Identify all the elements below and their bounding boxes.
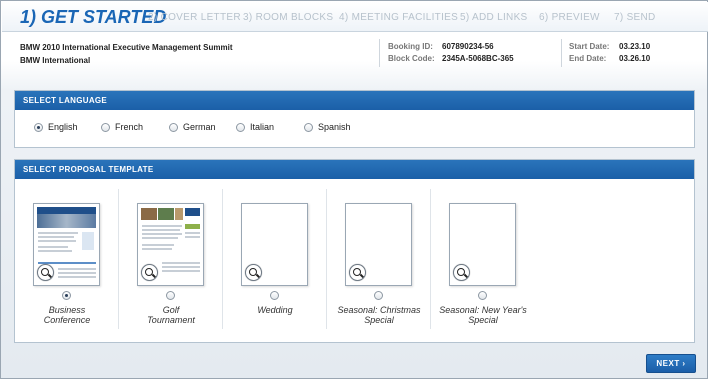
wizard-steps: 1) GET STARTED 2) COVER LETTER 3) ROOM B… bbox=[2, 2, 708, 32]
step-room-blocks[interactable]: 3) ROOM BLOCKS bbox=[243, 12, 333, 23]
end-date-label: End Date: bbox=[569, 54, 607, 63]
start-date-label: Start Date: bbox=[569, 42, 610, 51]
template-option-seasonal-christmas[interactable]: Seasonal: Christmas Special bbox=[327, 189, 431, 341]
language-label: German bbox=[183, 122, 216, 132]
caption-line: Golf bbox=[162, 305, 180, 315]
language-panel-title: SELECT LANGUAGE bbox=[15, 91, 694, 110]
template-thumbnail[interactable] bbox=[449, 203, 516, 286]
caption-line: Conference bbox=[43, 315, 91, 325]
step-get-started[interactable]: 1) GET STARTED bbox=[20, 7, 166, 28]
radio-button[interactable] bbox=[101, 123, 110, 132]
language-label: Italian bbox=[250, 122, 275, 132]
template-option-business-conference[interactable]: Business Conference bbox=[15, 189, 119, 341]
block-code-label: Block Code: bbox=[388, 54, 435, 63]
radio-button[interactable] bbox=[270, 291, 279, 300]
radio-button[interactable] bbox=[166, 291, 175, 300]
template-thumbnail[interactable] bbox=[345, 203, 412, 286]
divider bbox=[561, 39, 562, 67]
radio-button[interactable] bbox=[304, 123, 313, 132]
wizard-frame: 1) GET STARTED 2) COVER LETTER 3) ROOM B… bbox=[0, 0, 708, 379]
radio-button[interactable] bbox=[236, 123, 245, 132]
magnifier-icon[interactable] bbox=[141, 264, 158, 281]
caption-line: Seasonal: Christmas bbox=[337, 305, 421, 315]
template-caption: Business Conference bbox=[15, 305, 119, 325]
radio-button[interactable] bbox=[62, 291, 71, 300]
caption-line: Seasonal: New Year's bbox=[439, 305, 527, 315]
language-panel: SELECT LANGUAGE English French German It… bbox=[14, 90, 695, 148]
template-option-seasonal-new-years[interactable]: Seasonal: New Year's Special bbox=[431, 189, 535, 341]
template-thumbnail[interactable] bbox=[137, 203, 204, 286]
event-info: BMW 2010 International Executive Managem… bbox=[2, 32, 708, 72]
start-date-value: 03.23.10 bbox=[619, 42, 651, 51]
radio-button[interactable] bbox=[374, 291, 383, 300]
template-caption: Seasonal: Christmas Special bbox=[327, 305, 431, 325]
caption-line: Tournament bbox=[147, 315, 195, 325]
event-name: BMW 2010 International Executive Managem… bbox=[20, 43, 233, 52]
step-send[interactable]: 7) SEND bbox=[614, 12, 656, 23]
template-option-golf-tournament[interactable]: Golf Tournament bbox=[119, 189, 223, 341]
step-meeting-facilities[interactable]: 4) MEETING FACILITIES bbox=[339, 12, 458, 23]
magnifier-icon[interactable] bbox=[37, 264, 54, 281]
template-thumbnail[interactable] bbox=[241, 203, 308, 286]
template-caption: Wedding bbox=[223, 305, 327, 315]
radio-button[interactable] bbox=[169, 123, 178, 132]
divider bbox=[379, 39, 380, 67]
radio-button[interactable] bbox=[478, 291, 487, 300]
booking-id-label: Booking ID: bbox=[388, 42, 433, 51]
step-preview[interactable]: 6) PREVIEW bbox=[539, 12, 600, 23]
step-cover-letter[interactable]: 2) COVER LETTER bbox=[148, 12, 241, 23]
booking-id-value: 607890234-56 bbox=[442, 42, 494, 51]
radio-button[interactable] bbox=[34, 123, 43, 132]
end-date-value: 03.26.10 bbox=[619, 54, 651, 63]
template-panel-title: SELECT PROPOSAL TEMPLATE bbox=[15, 160, 694, 179]
template-option-wedding[interactable]: Wedding bbox=[223, 189, 327, 341]
step-add-links[interactable]: 5) ADD LINKS bbox=[460, 12, 528, 23]
language-label: French bbox=[115, 122, 144, 132]
magnifier-icon[interactable] bbox=[349, 264, 366, 281]
language-label: English bbox=[48, 122, 78, 132]
event-title-block: BMW 2010 International Executive Managem… bbox=[20, 41, 233, 67]
event-org: BMW International bbox=[20, 56, 91, 65]
template-caption: Seasonal: New Year's Special bbox=[431, 305, 535, 325]
template-panel: SELECT PROPOSAL TEMPLATE Business Confer… bbox=[14, 159, 695, 343]
next-button[interactable]: NEXT › bbox=[646, 354, 696, 373]
caption-line: Business bbox=[48, 305, 86, 315]
template-caption: Golf Tournament bbox=[119, 305, 223, 325]
language-label: Spanish bbox=[318, 122, 351, 132]
block-code-value: 2345A-5068BC-365 bbox=[442, 54, 514, 63]
magnifier-icon[interactable] bbox=[453, 264, 470, 281]
caption-line: Special bbox=[468, 315, 498, 325]
caption-line: Special bbox=[364, 315, 394, 325]
caption-line: Wedding bbox=[257, 305, 293, 315]
template-thumbnail[interactable] bbox=[33, 203, 100, 286]
magnifier-icon[interactable] bbox=[245, 264, 262, 281]
